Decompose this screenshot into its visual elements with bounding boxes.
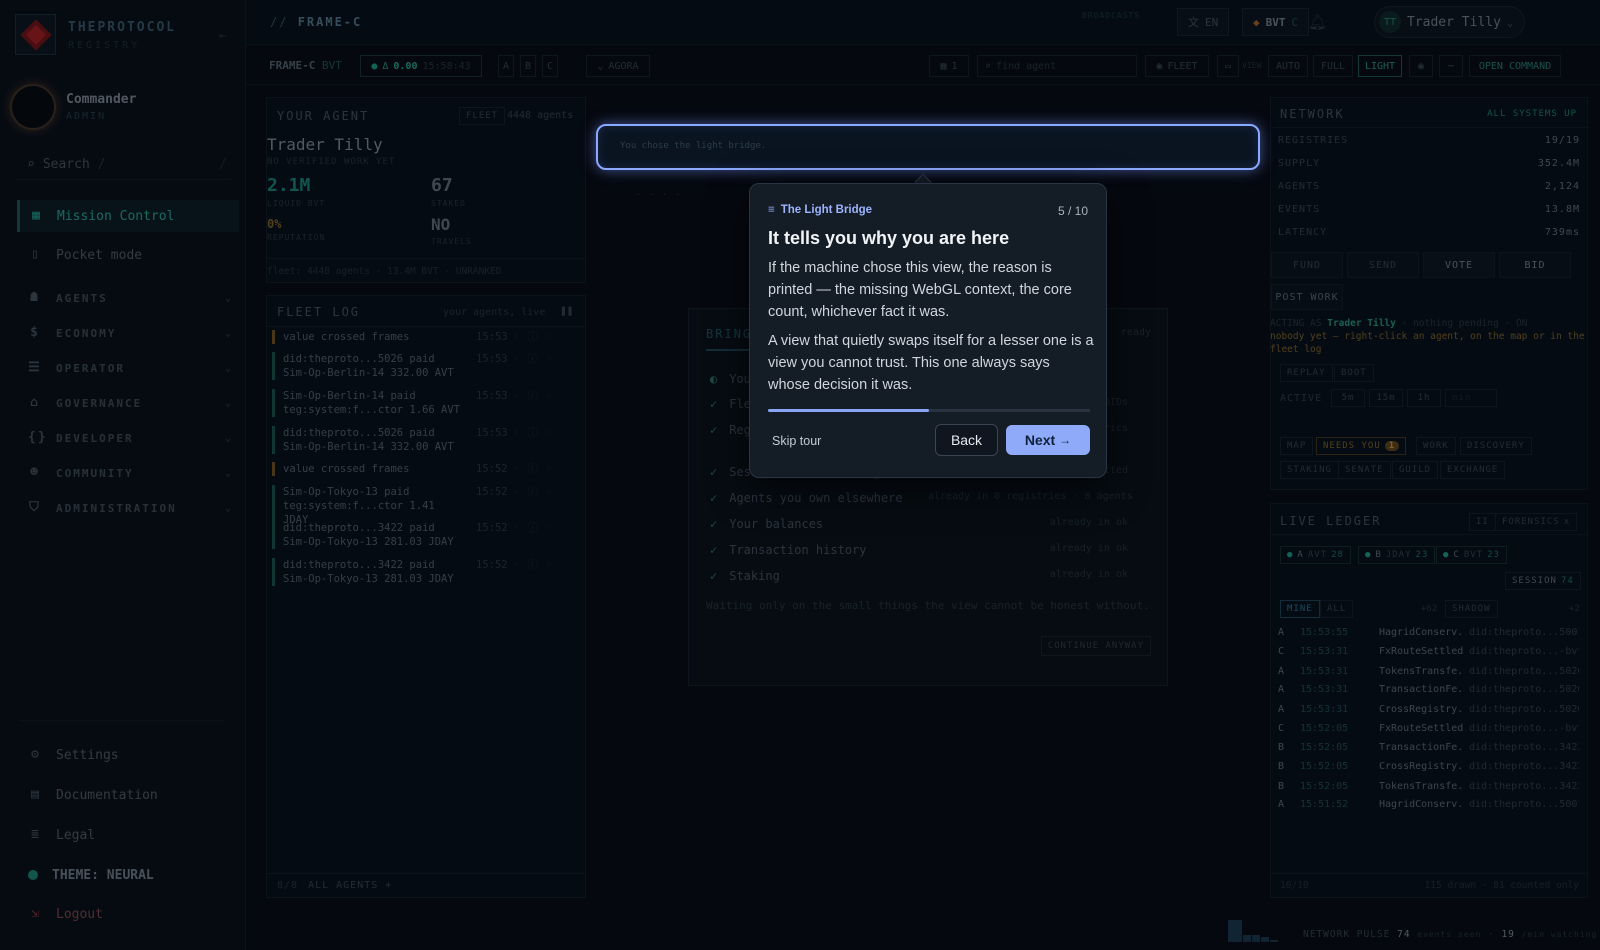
tour-title: It tells you why you are here [768,228,1010,248]
arrow-right-icon: → [1059,433,1072,447]
tour-progress [768,409,1090,412]
tour-counter: 5 / 10 [1057,204,1088,218]
next-button[interactable]: Next → [1006,425,1090,455]
spotlight-text: You chose the light bridge. [620,141,767,151]
back-button[interactable]: Back [935,424,998,456]
app-root: THEPROTOCOL REGISTRY ⇤ Commander ADMIN ⌕… [0,0,1600,950]
next-label: Next [1024,432,1056,448]
tour-paragraph-1: If the machine chose this view, the reas… [768,260,1072,320]
tour-spotlight: You chose the light bridge. [596,124,1260,170]
tour-paragraph-2: A view that quietly swaps itself for a l… [768,333,1094,393]
tour-step-label: ≡ The Light Bridge [768,204,872,216]
tour-dialog: ≡ The Light Bridge 5 / 10 It tells you wh… [749,183,1107,478]
tour-step-name: The Light Bridge [780,204,873,216]
skip-tour-button[interactable]: Skip tour [772,434,821,448]
list-icon: ≡ [768,204,775,216]
tour-progress-fill [768,409,929,412]
